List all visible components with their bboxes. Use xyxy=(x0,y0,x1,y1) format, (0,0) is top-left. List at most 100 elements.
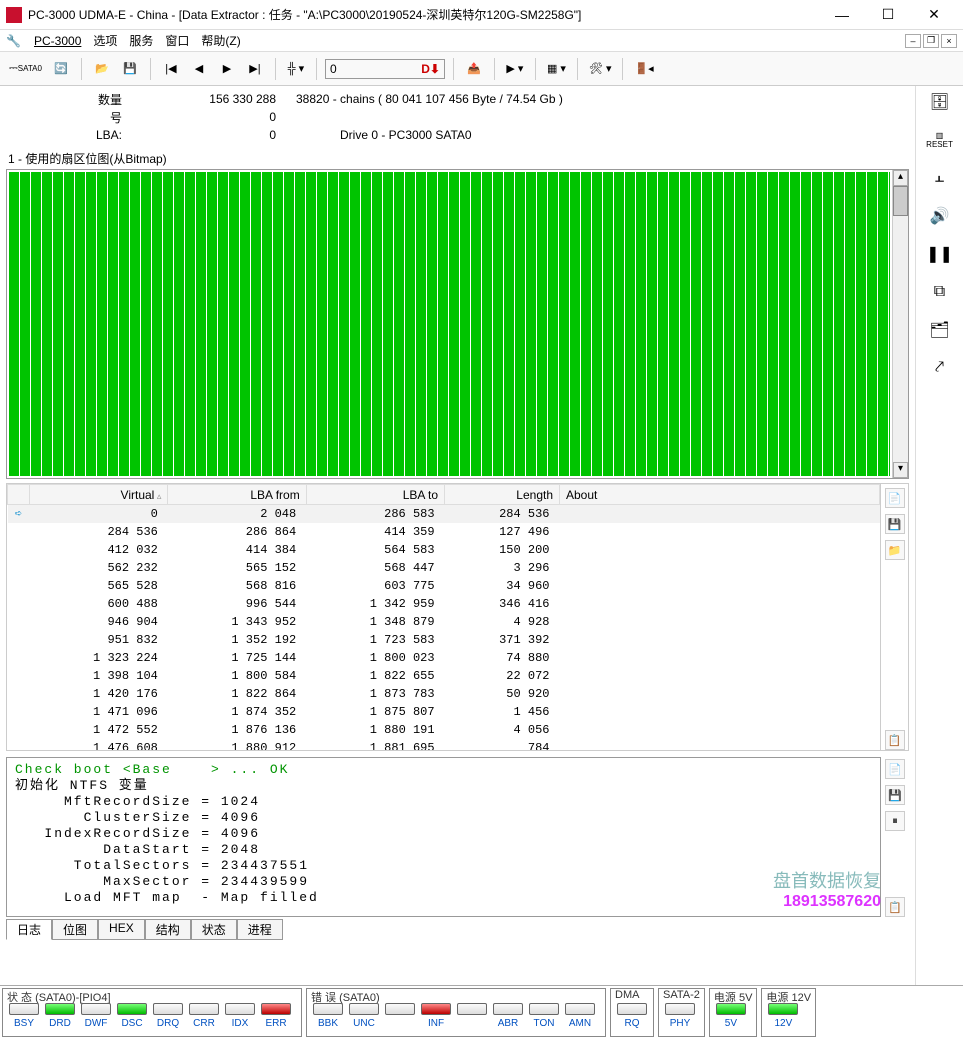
table-row[interactable]: 600 488996 5441 342 959346 416 xyxy=(8,595,880,613)
led-BSY: BSY xyxy=(7,1003,41,1029)
led-TON: TON xyxy=(527,1003,561,1029)
db-icon[interactable]: 🗄 xyxy=(928,90,952,114)
reset-icon[interactable]: ▥RESET xyxy=(928,128,952,152)
titlebar: PC-3000 UDMA-E - China - [Data Extractor… xyxy=(0,0,963,30)
led-ERR: ERR xyxy=(259,1003,293,1029)
exit-icon[interactable]: 🚪◂ xyxy=(631,57,656,81)
open-icon[interactable]: 📂 xyxy=(90,57,114,81)
table-row[interactable]: 1 471 0961 874 3521 875 8071 456 xyxy=(8,703,880,721)
info-val-count: 156 330 288 xyxy=(130,92,290,106)
info-extra-count: 38820 - chains ( 80 041 107 456 Byte / 7… xyxy=(290,92,563,106)
col-virtual[interactable]: Virtual xyxy=(30,485,168,505)
led-DRD: DRD xyxy=(43,1003,77,1029)
info-extra-drive: Drive 0 - PC3000 SATA0 xyxy=(290,128,472,142)
mdi-minimize[interactable]: – xyxy=(905,34,921,48)
bitmap-area[interactable]: ▴ ▾ xyxy=(6,169,909,479)
menu-help[interactable]: 帮助(Z) xyxy=(201,32,240,49)
tab-state[interactable]: 状态 xyxy=(191,919,237,940)
led-12V: 12V xyxy=(766,1003,800,1029)
table-row[interactable]: ➪02 048286 583284 536 xyxy=(8,505,880,523)
save-icon[interactable]: 💾 xyxy=(118,57,142,81)
led-blank xyxy=(383,1003,417,1029)
table-row[interactable]: 1 420 1761 822 8641 873 78350 920 xyxy=(8,685,880,703)
window-title: PC-3000 UDMA-E - China - [Data Extractor… xyxy=(28,6,819,23)
probe-icon[interactable]: ⫠ xyxy=(928,166,952,190)
tab-process[interactable]: 进程 xyxy=(237,919,283,940)
minimize-button[interactable]: — xyxy=(819,0,865,30)
table-row[interactable]: 951 8321 352 1921 723 583371 392 xyxy=(8,631,880,649)
info-val-lba: 0 xyxy=(130,128,290,142)
mdi-close[interactable]: × xyxy=(941,34,957,48)
grid2-icon[interactable]: ▦ ▾ xyxy=(544,57,569,81)
info-val-num: 0 xyxy=(130,110,290,124)
led-DRQ: DRQ xyxy=(151,1003,185,1029)
pause2-icon[interactable]: ❚❚ xyxy=(928,242,952,266)
table-folder-icon[interactable]: 📁 xyxy=(885,540,905,560)
table-row[interactable]: 946 9041 343 9521 348 8794 928 xyxy=(8,613,880,631)
info-label-lba: LBA: xyxy=(70,128,130,142)
refresh-icon[interactable]: 🔄 xyxy=(49,57,73,81)
log-copy-icon[interactable]: 📋 xyxy=(885,897,905,917)
table-add-icon[interactable]: 📄 xyxy=(885,488,905,508)
col-lbato[interactable]: LBA to xyxy=(306,485,444,505)
bitmap-scrollbar[interactable]: ▴ ▾ xyxy=(892,170,908,478)
tab-hex[interactable]: HEX xyxy=(98,919,145,940)
led-DSC: DSC xyxy=(115,1003,149,1029)
table-row[interactable]: 284 536286 864414 359127 496 xyxy=(8,523,880,541)
log-save-icon[interactable]: 💾 xyxy=(885,785,905,805)
led-UNC: UNC xyxy=(347,1003,381,1029)
menubar: 🔧 PC-3000 选项 服务 窗口 帮助(Z) – ❐ × xyxy=(0,30,963,52)
chain-icon[interactable]: ⧉ xyxy=(928,280,952,304)
menu-brand[interactable]: PC-3000 xyxy=(34,34,81,48)
menu-options[interactable]: 选项 xyxy=(93,32,117,49)
table-row[interactable]: 412 032414 384564 583150 200 xyxy=(8,541,880,559)
table-row[interactable]: 1 323 2241 725 1441 800 02374 880 xyxy=(8,649,880,667)
tab-struct[interactable]: 结构 xyxy=(145,919,191,940)
menu-services[interactable]: 服务 xyxy=(129,32,153,49)
menu-window[interactable]: 窗口 xyxy=(165,32,189,49)
tab-log[interactable]: 日志 xyxy=(6,919,52,940)
sata-indicator[interactable]: ⎓SATA0 xyxy=(6,57,45,81)
led-blank xyxy=(455,1003,489,1029)
address-input[interactable]: 0D⬇ xyxy=(325,59,445,79)
export-icon[interactable]: 📤 xyxy=(462,57,486,81)
next-icon[interactable]: ▶ xyxy=(215,57,239,81)
col-about[interactable]: About xyxy=(560,485,880,505)
play-icon[interactable]: ▶ ▾ xyxy=(503,57,527,81)
right-toolbar: 🗄 ▥RESET ⫠ 🔊 ❚❚ ⧉ 🗂 ⤤ xyxy=(915,86,963,985)
col-length[interactable]: Length xyxy=(445,485,560,505)
led-IDX: IDX xyxy=(223,1003,257,1029)
extract-icon[interactable]: ⤤ xyxy=(928,356,952,380)
table-row[interactable]: 562 232565 152568 4473 296 xyxy=(8,559,880,577)
first-icon[interactable]: |◀ xyxy=(159,57,183,81)
sound-icon[interactable]: 🔊 xyxy=(928,204,952,228)
table-row[interactable]: 1 476 6081 880 9121 881 695784 xyxy=(8,739,880,751)
scroll-up-icon[interactable]: ▴ xyxy=(893,170,908,186)
bottom-tabs: 日志 位图 HEX 结构 状态 进程 xyxy=(6,919,909,940)
table-copy-icon[interactable]: 📋 xyxy=(885,730,905,750)
led-ABR: ABR xyxy=(491,1003,525,1029)
led-AMN: AMN xyxy=(563,1003,597,1029)
prev-icon[interactable]: ◀ xyxy=(187,57,211,81)
log-pause-icon[interactable]: ⏸ xyxy=(885,811,905,831)
log-new-icon[interactable]: 📄 xyxy=(885,759,905,779)
table-row[interactable]: 565 528568 816603 77534 960 xyxy=(8,577,880,595)
maximize-button[interactable]: ☐ xyxy=(865,0,911,30)
table-row[interactable]: 1 472 5521 876 1361 880 1914 056 xyxy=(8,721,880,739)
info-label-num: 号 xyxy=(70,109,130,126)
mdi-restore[interactable]: ❐ xyxy=(923,34,939,48)
layers-icon[interactable]: 🗂 xyxy=(928,318,952,342)
app-icon xyxy=(6,7,22,23)
last-icon[interactable]: ▶| xyxy=(243,57,267,81)
scroll-thumb[interactable] xyxy=(893,186,908,216)
grid-icon[interactable]: ╬ ▾ xyxy=(284,57,308,81)
led-5V: 5V xyxy=(714,1003,748,1029)
tab-bitmap[interactable]: 位图 xyxy=(52,919,98,940)
bitmap-label: 1 - 使用的扇区位图(从Bitmap) xyxy=(0,148,915,169)
scroll-down-icon[interactable]: ▾ xyxy=(893,462,908,478)
table-row[interactable]: 1 398 1041 800 5841 822 65522 072 xyxy=(8,667,880,685)
tools-icon[interactable]: 🛠 ▾ xyxy=(586,57,615,81)
close-button[interactable]: ✕ xyxy=(911,0,957,30)
col-lbafrom[interactable]: LBA from xyxy=(168,485,306,505)
table-save-icon[interactable]: 💾 xyxy=(885,514,905,534)
